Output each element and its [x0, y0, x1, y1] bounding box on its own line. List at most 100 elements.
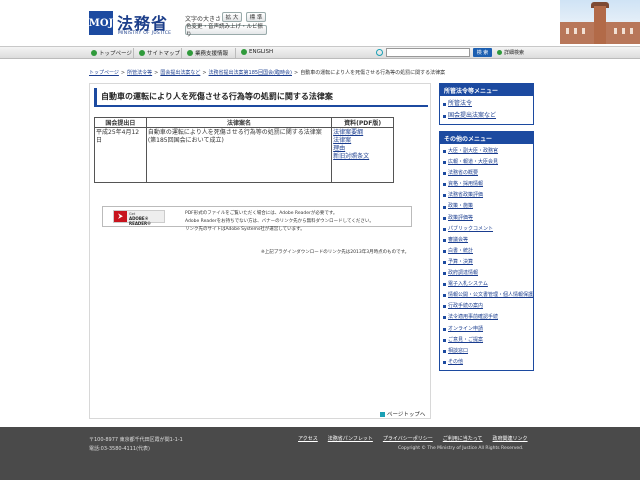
- breadcrumb-link-laws[interactable]: 所管法令等: [127, 70, 152, 76]
- badge-name-text: ADOBE® READER®: [129, 216, 152, 226]
- footer-address-line: 〒100-8977 東京都千代田区霞が関1-1-1: [89, 437, 183, 443]
- bullet-square-icon: [443, 238, 446, 242]
- doc-link-bill[interactable]: 法律案: [333, 137, 392, 145]
- sidebar-other-item-link[interactable]: 情報公開・公文書管理・個人情報保護: [448, 290, 533, 301]
- bullet-square-icon: [443, 360, 446, 364]
- bullet-square-icon: [443, 305, 446, 309]
- sidebar-other-item-link[interactable]: 相談窓口: [448, 346, 468, 357]
- sidebar-other-item-link[interactable]: 広報・報道・大臣会見: [448, 157, 498, 168]
- list-item: 広報・報道・大臣会見: [443, 157, 530, 168]
- sidebar-other-item-link[interactable]: 法令適用事前確認手続: [448, 312, 498, 323]
- search-icon: [376, 49, 383, 56]
- list-item: 行政手続の案内: [443, 301, 530, 312]
- list-item: オンライン申請: [443, 324, 530, 335]
- footer-link-privacy[interactable]: プライバシーポリシー: [383, 435, 433, 442]
- doc-link-comparison[interactable]: 新旧対照条文: [333, 153, 392, 161]
- list-item: 所管法令: [443, 98, 530, 110]
- footer-link-gov[interactable]: 政府関連リンク: [493, 435, 528, 442]
- list-item: 法務省政策評価: [443, 190, 530, 201]
- bullet-square-icon: [443, 161, 446, 165]
- list-item: 大臣・副大臣・政務官: [443, 146, 530, 157]
- nav-label: ENGLISH: [249, 49, 274, 55]
- get-adobe-reader-button[interactable]: ⮞ Get ADOBE® READER®: [113, 210, 165, 226]
- list-item: 政策評価等: [443, 213, 530, 224]
- col-header-date: 国会提出日: [94, 117, 147, 128]
- advanced-search-link[interactable]: 詳細検索: [497, 49, 524, 56]
- sidebar-other-item-link[interactable]: ご意見・ご提案: [448, 335, 483, 346]
- search-input[interactable]: [386, 48, 470, 57]
- sidebar-other-item-link[interactable]: その他: [448, 357, 463, 368]
- sidebar-other-item-link[interactable]: パブリックコメント: [448, 224, 493, 235]
- bullet-square-icon: [443, 216, 446, 220]
- sidebar-other-item-link[interactable]: 法務省の概要: [448, 168, 478, 179]
- nav-business-support[interactable]: 業務支援情報: [187, 49, 228, 57]
- footer-link-terms[interactable]: ご利用に当たって: [443, 435, 483, 442]
- footer-phone: 電話:03-3580-4111(代表): [89, 446, 151, 452]
- bullet-square-icon: [443, 183, 446, 187]
- bullet-square-icon: [443, 150, 446, 154]
- sidebar-other-item-link[interactable]: 政策・施策: [448, 201, 473, 212]
- font-large-button[interactable]: 拡 大: [222, 12, 242, 22]
- breadcrumb-current: 自動車の運転により人を死傷させる行為等の処罰に関する法律案: [300, 70, 446, 76]
- bullet-square-icon: [443, 349, 446, 353]
- bullet-square-icon: [443, 194, 446, 198]
- pdf-notice-text: PDF形式のファイルをご覧いただく場合には、Adobe Readerが必要です。…: [185, 210, 374, 234]
- sidebar-laws-item-link[interactable]: 国会提出法案など: [448, 110, 496, 122]
- nav-sitemap[interactable]: サイトマップ: [139, 49, 180, 57]
- col-header-bill-name: 法律案名: [145, 117, 333, 128]
- list-item: 国会提出法案など: [443, 110, 530, 122]
- list-item: 電子入札システム: [443, 279, 530, 290]
- bullet-square-icon: [443, 249, 446, 253]
- plugin-note: ※上記プラグインダウンロードのリンク先は2013年3月時点のものです。: [261, 250, 410, 255]
- footer-link-access[interactable]: アクセス: [298, 435, 318, 442]
- sidebar-other-item-link[interactable]: 電子入札システム: [448, 279, 488, 290]
- sidebar-other-item-link[interactable]: 行政手続の案内: [448, 301, 483, 312]
- sidebar: 所管法令等メニュー 所管法令 国会提出法案など その他のメニュー 大臣・副大臣・政…: [439, 83, 534, 377]
- cell-documents: 法律案要綱 法律案 理由 新旧対照条文: [331, 127, 394, 183]
- breadcrumb-link-bills[interactable]: 国会提出法案など: [160, 70, 200, 76]
- sidebar-laws-item-link[interactable]: 所管法令: [448, 98, 472, 110]
- breadcrumb-link-top[interactable]: トップページ: [89, 70, 119, 76]
- list-item: 相談窓口: [443, 346, 530, 357]
- list-item: 資格・採用情報: [443, 179, 530, 190]
- list-item: 政府調達情報: [443, 268, 530, 279]
- search-button[interactable]: 検 索: [473, 48, 492, 57]
- other-menu: その他のメニュー 大臣・副大臣・政務官 広報・報道・大臣会見 法務省の概要 資格・採用…: [439, 131, 534, 371]
- list-item: パブリックコメント: [443, 224, 530, 235]
- doc-link-reason[interactable]: 理由: [333, 145, 392, 153]
- sidebar-other-item-link[interactable]: 資格・採用情報: [448, 179, 483, 190]
- circle-arrow-icon: [91, 50, 97, 56]
- cell-bill-name: 自動車の運転により人を死傷させる行為等の処罰に関する法律案 (第185回国会におい…: [145, 127, 333, 183]
- sidebar-other-item-link[interactable]: 政府調達情報: [448, 268, 478, 279]
- nav-label: サイトマップ: [147, 51, 181, 57]
- nav-label: 業務支援情報: [195, 51, 229, 57]
- pdf-line: リンク先のサイトはAdobe Systems社が運営しています。: [185, 227, 305, 232]
- sidebar-other-item-link[interactable]: 審議会等: [448, 235, 468, 246]
- moj-logo-icon[interactable]: MOJ: [89, 11, 113, 35]
- font-standard-button[interactable]: 標 準: [246, 12, 266, 22]
- doc-link-outline[interactable]: 法律案要綱: [333, 129, 392, 137]
- breadcrumb-link-185[interactable]: 法務省提出法案第185回国会(臨時会): [209, 70, 292, 76]
- pdf-reader-notice: ⮞ Get ADOBE® READER® PDF形式のファイルをご覧いただく場合…: [102, 206, 412, 232]
- header-building-image: [560, 0, 640, 44]
- sidebar-other-item-link[interactable]: 政策評価等: [448, 213, 473, 224]
- nav-english[interactable]: ENGLISH: [241, 49, 273, 55]
- footer-copyright: Copyright © The Ministry of Justice All …: [398, 446, 524, 451]
- sidebar-other-item-link[interactable]: 白書・統計: [448, 246, 473, 257]
- sidebar-other-item-link[interactable]: 大臣・副大臣・政務官: [448, 146, 498, 157]
- list-item: 情報公開・公文書管理・個人情報保護: [443, 290, 533, 301]
- sidebar-other-item-link[interactable]: オンライン申請: [448, 324, 483, 335]
- bullet-square-icon: [443, 316, 446, 320]
- footer-link-pamphlet[interactable]: 法務省パンフレット: [328, 435, 373, 442]
- bill-name: 自動車の運転により人を死傷させる行為等の処罰に関する法律案: [147, 129, 322, 136]
- page-title: 自動車の運転により人を死傷させる行為等の処罰に関する法律案: [101, 92, 333, 101]
- page-top-link[interactable]: ページトップへ: [380, 410, 425, 418]
- site-footer: 〒100-8977 東京都千代田区霞が関1-1-1 電話:03-3580-411…: [0, 427, 640, 480]
- nav-label: トップページ: [99, 51, 132, 57]
- bullet-square-icon: [443, 102, 446, 106]
- circle-arrow-icon: [497, 50, 502, 55]
- sidebar-other-item-link[interactable]: 法務省政策評価: [448, 190, 483, 201]
- nav-top-page[interactable]: トップページ: [91, 49, 132, 57]
- accessibility-button[interactable]: 色変更・音声読み上げ・ルビ振り: [185, 24, 267, 38]
- sidebar-other-item-link[interactable]: 予算・決算: [448, 257, 473, 268]
